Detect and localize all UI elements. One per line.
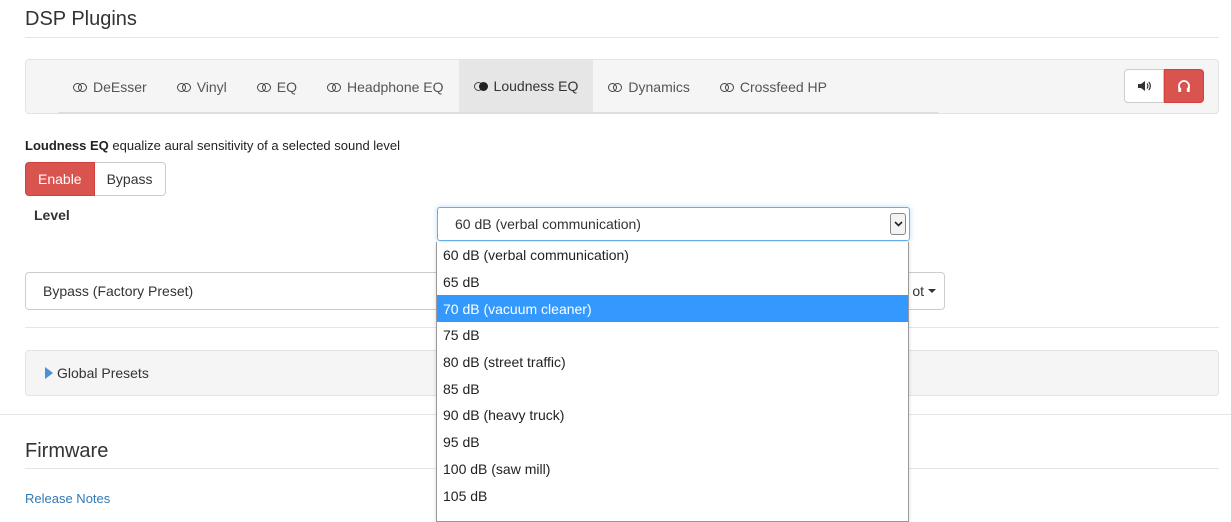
toggle-icon xyxy=(608,82,623,92)
tab-label: DeEsser xyxy=(93,79,147,95)
chevron-down-icon[interactable] xyxy=(890,213,906,235)
toggle-icon xyxy=(719,82,734,92)
level-option[interactable]: 75 dB xyxy=(437,322,908,349)
preset-button-label: ot xyxy=(912,283,924,299)
enable-bypass-group: Enable Bypass xyxy=(25,162,166,196)
enable-button[interactable]: Enable xyxy=(25,162,95,196)
level-option[interactable]: 65 dB xyxy=(437,269,908,296)
tab-dynamics[interactable]: Dynamics xyxy=(593,60,704,114)
level-select[interactable]: 60 dB (verbal communication) xyxy=(437,207,910,241)
tab-label: Headphone EQ xyxy=(347,79,444,95)
caret-down-icon xyxy=(928,289,936,293)
tab-label: Dynamics xyxy=(628,79,690,95)
speaker-icon xyxy=(1138,81,1151,91)
output-switch xyxy=(1124,69,1204,103)
level-option[interactable]: 60 dB (verbal communication) xyxy=(437,242,908,269)
toggle-icon xyxy=(327,82,342,92)
toggle-icon xyxy=(73,82,87,92)
tab-vinyl[interactable]: Vinyl xyxy=(162,60,242,114)
preset-value: Bypass (Factory Preset) xyxy=(43,283,194,299)
tab-underline xyxy=(58,112,938,114)
global-presets-label: Global Presets xyxy=(57,365,149,381)
level-option[interactable]: 105 dB xyxy=(437,482,908,509)
plugin-description: Loudness EQ equalize aural sensitivity o… xyxy=(25,138,400,153)
toggle-on-icon xyxy=(473,81,488,91)
plugin-name: Loudness EQ xyxy=(25,138,109,153)
toggle-icon xyxy=(256,82,271,92)
level-dropdown-list: 60 dB (verbal communication) 65 dB 70 dB (… xyxy=(436,242,909,522)
level-select-value: 60 dB (verbal communication) xyxy=(455,216,641,232)
level-option[interactable]: 100 dB (saw mill) xyxy=(437,456,908,483)
tab-label: Loudness EQ xyxy=(493,78,579,94)
preset-select[interactable]: Bypass (Factory Preset) xyxy=(25,272,445,310)
level-label: Level xyxy=(34,207,70,223)
tab-crossfeed-hp[interactable]: Crossfeed HP xyxy=(705,60,842,114)
expand-triangle-icon xyxy=(45,367,53,379)
release-notes-link[interactable]: Release Notes xyxy=(25,491,110,506)
section-title: DSP Plugins xyxy=(25,8,137,30)
tab-loudness-eq[interactable]: Loudness EQ xyxy=(458,60,594,114)
firmware-title: Firmware xyxy=(25,440,109,462)
level-option[interactable]: 80 dB (street traffic) xyxy=(437,349,908,376)
speaker-button[interactable] xyxy=(1124,69,1164,103)
level-option[interactable]: 90 dB (heavy truck) xyxy=(437,402,908,429)
tab-label: Vinyl xyxy=(196,79,227,95)
level-option[interactable]: 95 dB xyxy=(437,429,908,456)
tab-eq[interactable]: EQ xyxy=(242,60,312,114)
divider xyxy=(25,37,1219,38)
level-option[interactable]: 70 dB (vacuum cleaner) xyxy=(437,295,908,323)
bypass-button[interactable]: Bypass xyxy=(94,162,166,196)
tab-headphone-eq[interactable]: Headphone EQ xyxy=(312,60,459,114)
toggle-icon xyxy=(176,82,191,92)
headphone-button[interactable] xyxy=(1164,69,1204,103)
plugin-description-text: equalize aural sensitivity of a selected… xyxy=(112,138,401,153)
headphone-icon xyxy=(1178,80,1190,92)
plugin-tab-bar: DeEsser Vinyl EQ Headphone EQ Loudness EQ Dyn… xyxy=(25,59,1219,114)
tab-label: EQ xyxy=(276,79,298,95)
plugin-tabs: DeEsser Vinyl EQ Headphone EQ Loudness EQ Dyn… xyxy=(58,60,938,114)
level-option[interactable]: 85 dB xyxy=(437,375,908,402)
tab-label: Crossfeed HP xyxy=(739,79,828,95)
tab-deesser[interactable]: DeEsser xyxy=(58,60,162,114)
